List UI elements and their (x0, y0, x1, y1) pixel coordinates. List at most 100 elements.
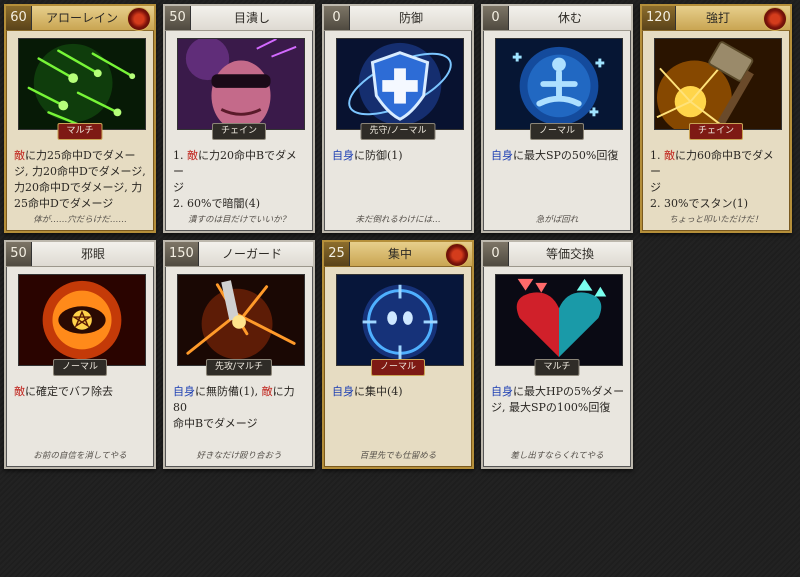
card-header: 50 邪眼 (6, 242, 154, 267)
crest-emblem-icon (763, 7, 787, 31)
description-text: に確定でバフ除去 (25, 385, 113, 398)
description-line: ジ, 力20命中Dでダメージ, (14, 164, 148, 180)
card-header: 60 アローレイン (6, 6, 154, 31)
card-type-tag: 先攻/マルチ (205, 359, 273, 376)
crest-emblem-icon (127, 7, 151, 31)
card-title: 目潰し (233, 11, 270, 25)
exchange-heart-art (495, 274, 623, 366)
description-text: に集中(4) (354, 385, 403, 398)
card-description: 1. 敵に力60命中Bでダメージ 2. 30%でスタン(1) (650, 148, 784, 212)
description-line: 自身に最大SPの50%回復 (491, 148, 625, 164)
description-line: ジ, 最大SPの100%回復 (491, 400, 625, 416)
card-header: 50 目潰し (165, 6, 313, 31)
enemy-keyword: 敵 (14, 149, 25, 162)
card-header: 150 ノーガード (165, 242, 313, 267)
description-line: 1. 敵に力20命中Bでダメー (173, 148, 307, 180)
card-cost: 25 (324, 242, 350, 266)
description-line: ジ (173, 180, 307, 196)
description-text: ジ (650, 181, 661, 194)
flavor-text: 体が……穴だらけだ…… (33, 215, 127, 225)
description-line: 2. 60%で暗闇(4) (173, 196, 307, 212)
description-text: 25命中Dでダメージ (14, 197, 114, 210)
card-title: 強打 (705, 11, 730, 25)
enemy-keyword: 敵 (261, 385, 273, 398)
focus-target-art (336, 274, 464, 366)
card-title: ノーガード (221, 247, 282, 261)
card-cost: 0 (483, 242, 509, 266)
card-cost: 120 (642, 6, 676, 30)
meditation-art (495, 38, 623, 130)
card-title: 集中 (387, 247, 412, 261)
card-description: 自身に防御(1) (332, 148, 466, 164)
card-cost: 60 (6, 6, 32, 30)
card-type-tag: 先守/ノーマル (360, 123, 436, 140)
self-keyword: 自身 (332, 149, 354, 162)
card-header: 0 防御 (324, 6, 472, 31)
skill-card[interactable]: 0 等価交換 マルチ 自身に最大HPの5%ダメー ジ, 最大SPの100%回復 差し出す… (481, 240, 633, 469)
card-title: 防御 (398, 11, 423, 25)
card-description: 自身に集中(4) (332, 384, 466, 400)
card-title: アローレイン (45, 11, 118, 25)
card-cost: 0 (324, 6, 350, 30)
self-keyword: 自身 (491, 385, 513, 398)
shield-cross-art (336, 38, 464, 130)
description-text: に最大SPの50%回復 (513, 149, 619, 162)
card-type-tag: ノーマル (52, 359, 108, 376)
flavor-text: 差し出すならくれてやる (510, 451, 604, 461)
flavor-text: 百里先でも仕留める (359, 451, 437, 461)
flavor-text: 急がば回れ (535, 215, 579, 225)
card-type-tag: チェイン (211, 123, 267, 140)
card-header: 25 集中 (324, 242, 472, 267)
no-guard-art (177, 274, 305, 366)
description-line: 1. 敵に力60命中Bでダメー (650, 148, 784, 180)
card-title: 邪眼 (80, 247, 105, 261)
description-line: 自身に集中(4) (332, 384, 466, 400)
description-text: 命中Bでダメージ (173, 417, 258, 430)
description-text: 2. 30%でスタン(1) (650, 197, 749, 210)
crest-emblem-icon (445, 243, 469, 267)
evil-eye-art (18, 274, 146, 366)
card-type-tag: マルチ (57, 123, 103, 140)
card-description: 自身に最大HPの5%ダメー ジ, 最大SPの100%回復 (491, 384, 625, 416)
card-type-tag: ノーマル (370, 359, 426, 376)
description-text: に防御(1) (354, 149, 403, 162)
card-title: 等価交換 (545, 247, 594, 261)
description-line: 自身に防御(1) (332, 148, 466, 164)
skill-card[interactable]: 50 邪眼 ノーマル敵に確定でバフ除去お前の自信を消してやる (4, 240, 156, 469)
card-description: 1. 敵に力20命中Bでダメージ 2. 60%で暗闇(4) (173, 148, 307, 212)
card-description: 敵に確定でバフ除去 (14, 384, 148, 400)
card-type-tag: チェイン (688, 123, 744, 140)
card-cost: 150 (165, 242, 199, 266)
green-arrows-art (18, 38, 146, 130)
skill-card[interactable]: 0 休む ノーマル 自身に最大SPの50%回復 急がば回れ (481, 4, 633, 233)
description-line: 命中Bでダメージ (173, 416, 307, 432)
blinded-face-art (177, 38, 305, 130)
card-cost: 50 (6, 242, 32, 266)
description-text: に最大HPの5%ダメー (513, 385, 625, 398)
description-text: に力25命中Dでダメー (25, 149, 136, 162)
description-line: 2. 30%でスタン(1) (650, 196, 784, 212)
skill-card[interactable]: 150 ノーガード 先攻/マルチ 自身に無防備(1), 敵に力80 命中Bでダメージ好… (163, 240, 315, 469)
description-line: 自身に最大HPの5%ダメー (491, 384, 625, 400)
flavor-text: 潰すのは目だけでいいか？ (187, 215, 290, 225)
description-line: 敵に確定でバフ除去 (14, 384, 148, 400)
self-keyword: 自身 (173, 385, 195, 398)
card-description: 敵に力25命中Dでダメー ジ, 力20命中Dでダメージ, 力20命中Dでダメージ, … (14, 148, 148, 212)
flavor-text: お前の自信を消してやる (33, 451, 127, 461)
skill-card[interactable]: 50 目潰し チェイン 1. 敵に力20命中Bでダメージ 2. 60%で暗闇(4) 潰す… (163, 4, 315, 233)
flavor-text: 好きなだけ殴り合おう (196, 451, 282, 461)
card-cost: 0 (483, 6, 509, 30)
description-text: 2. 60%で暗闇(4) (173, 197, 261, 210)
description-text: に無防備(1), (195, 385, 262, 398)
card-type-tag: マルチ (534, 359, 580, 376)
description-text: ジ, 力20命中Dでダメージ, (14, 165, 146, 178)
description-text: ジ, 最大SPの100%回復 (491, 401, 611, 414)
skill-card[interactable]: 60 アローレイン マルチ敵に力25命中Dでダメー ジ, 力20命中Dでダメージ, 力… (4, 4, 156, 233)
skill-card[interactable]: 0 防御 先守/ノーマル 自身に防御(1) 未だ倒れるわけには… (322, 4, 474, 233)
description-line: 敵に力25命中Dでダメー (14, 148, 148, 164)
card-header: 0 等価交換 (483, 242, 631, 267)
skill-card[interactable]: 25 集中 ノーマル自身に集中(4) 百里先でも仕留める (322, 240, 474, 469)
skill-card[interactable]: 120 強打 チェイン 1. 敵に力60命中Bでダメージ 2. 30%でスタン(1) ち… (640, 4, 792, 233)
flavor-text: 未だ倒れるわけには… (355, 215, 441, 225)
self-keyword: 自身 (332, 385, 354, 398)
